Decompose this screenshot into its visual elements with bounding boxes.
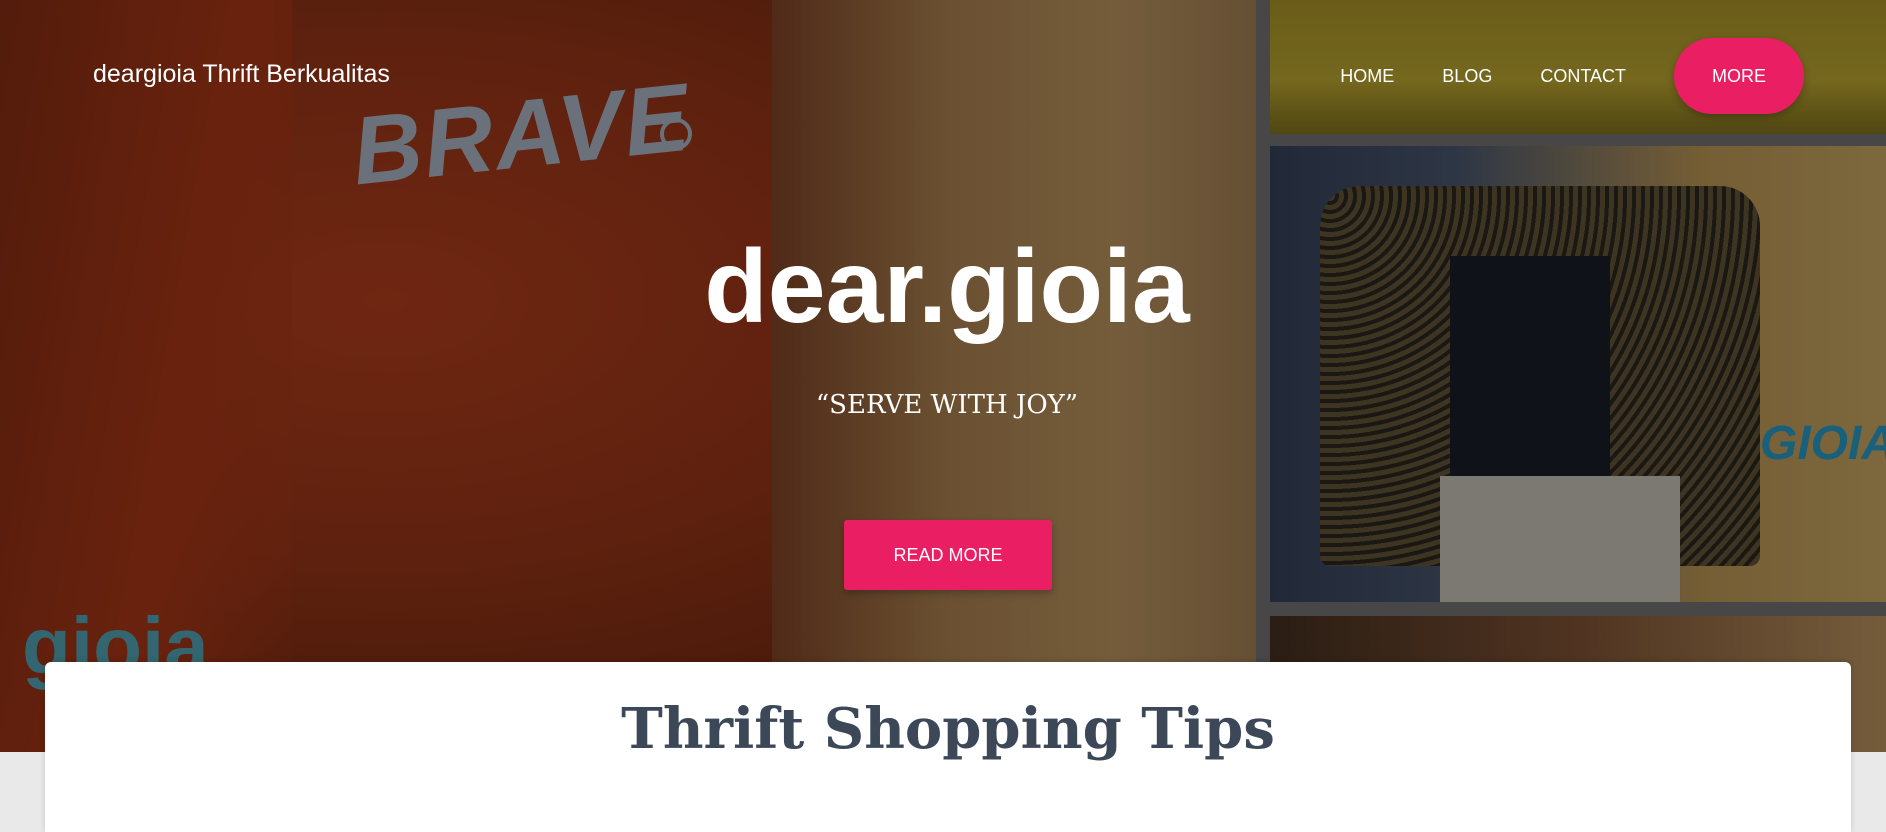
site-brand[interactable]: deargioia Thrift Berkualitas xyxy=(93,60,390,89)
nav-more-button[interactable]: MORE xyxy=(1674,38,1804,114)
hero-title: dear.gioia xyxy=(704,229,1190,345)
section-title: Thrift Shopping Tips xyxy=(621,696,1275,762)
hero-tagline: “SERVE WITH JOY” xyxy=(815,390,1079,420)
read-more-button[interactable]: READ MORE xyxy=(844,520,1052,590)
nav-home[interactable]: HOME xyxy=(1340,66,1394,87)
nav-blog[interactable]: BLOG xyxy=(1442,66,1492,87)
content-card: Thrift Shopping Tips xyxy=(45,662,1851,832)
hero-section: BRAVE gioia GIOIA deargioia Thrift Berku… xyxy=(0,0,1886,752)
main-nav: HOME BLOG CONTACT MORE xyxy=(1340,38,1804,114)
nav-contact[interactable]: CONTACT xyxy=(1540,66,1626,87)
